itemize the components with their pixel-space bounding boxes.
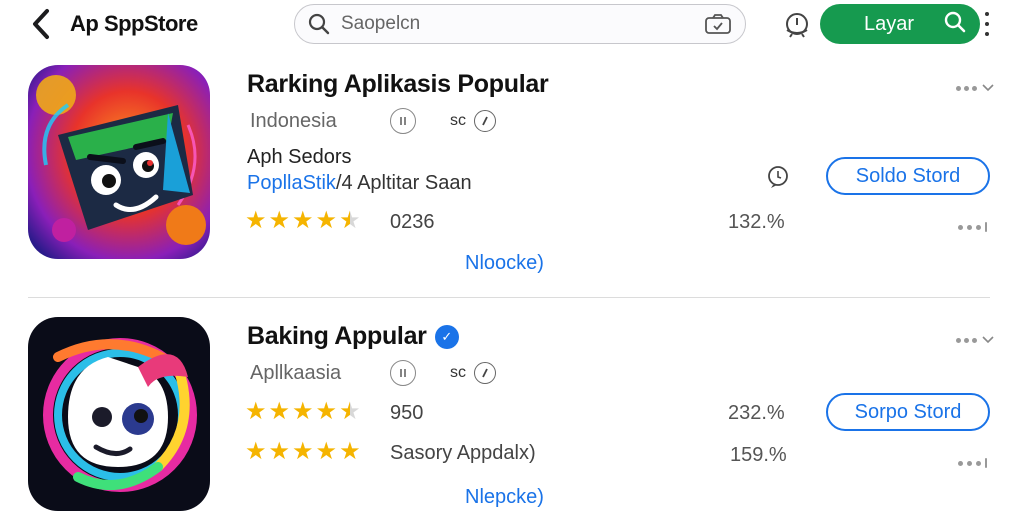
compass-icon	[474, 362, 496, 384]
store-button[interactable]: Soldo Stord	[826, 157, 990, 195]
rating-text: Sasory Appdalx)	[390, 442, 536, 464]
top-bar: Ap SppStore Layar	[0, 0, 1024, 52]
developer-row: PopllaStik /4 Apltitar Saan	[247, 172, 472, 195]
percent-value: 132.%	[728, 211, 785, 233]
rating-stars-secondary: ★ ★ ★ ★ ★	[245, 440, 361, 464]
half-star-icon: ★	[339, 398, 361, 425]
rating-stars: ★ ★ ★ ★ ★	[245, 209, 361, 233]
developer-link[interactable]: PopllaStik	[247, 172, 336, 195]
divider	[28, 297, 990, 298]
app-name[interactable]: Rarking Aplikasis Popular	[247, 70, 549, 99]
app-name-text: Baking Appular	[247, 322, 427, 350]
store-button[interactable]: Sorpo Stord	[826, 393, 990, 431]
chevron-down-icon	[982, 82, 994, 94]
search-icon	[307, 12, 331, 36]
star-icon: ★	[315, 398, 338, 425]
more-link[interactable]: Nloocke)	[465, 252, 544, 275]
app-title: Ap SppStore	[70, 11, 198, 36]
more-link[interactable]: Nlepcke)	[465, 486, 544, 509]
app-meta-category: Apllkaasia	[250, 361, 342, 384]
star-icon: ★	[292, 438, 314, 465]
rainbow-bird-icon[interactable]	[28, 317, 210, 511]
search-icon	[944, 11, 966, 38]
rating-stars: ★ ★ ★ ★ ★	[245, 400, 361, 424]
percent-value: 232.%	[728, 402, 785, 424]
camera-icon[interactable]	[703, 11, 733, 37]
expand-toggle[interactable]	[956, 334, 994, 346]
back-arrow-icon[interactable]	[26, 8, 56, 40]
age-rating-label: sc	[450, 112, 466, 129]
compass-icon	[474, 110, 496, 132]
star-icon: ★	[315, 438, 338, 465]
star-icon: ★	[268, 438, 291, 465]
more-options-icon[interactable]	[982, 10, 992, 38]
percent-value-secondary: 159.%	[730, 444, 787, 466]
rating-count: 0236	[390, 211, 435, 233]
star-icon: ★	[315, 207, 338, 234]
star-icon: ★	[245, 438, 267, 465]
more-actions-icon[interactable]	[958, 458, 987, 468]
alarm-clock-icon[interactable]	[782, 9, 812, 39]
app-card: Baking Appular ✓ Apllkaasia sc ★ ★ ★ ★ ★ …	[0, 310, 1024, 512]
search-bar[interactable]	[294, 4, 746, 44]
chat-bubble-icon[interactable]	[764, 163, 792, 191]
info-circle-icon	[390, 108, 416, 134]
star-icon: ★	[339, 438, 361, 465]
rating-count: 950	[390, 402, 424, 424]
half-star-icon: ★	[339, 207, 361, 234]
verified-badge-icon: ✓	[434, 325, 459, 349]
layar-button[interactable]: Layar	[820, 4, 980, 44]
star-icon: ★	[245, 398, 267, 425]
star-icon: ★	[268, 398, 291, 425]
app-card: Rarking Aplikasis Popular Indonesia sc A…	[0, 58, 1024, 294]
layar-button-label: Layar	[864, 12, 915, 35]
search-input[interactable]	[341, 9, 703, 39]
star-icon: ★	[245, 207, 267, 234]
more-actions-icon[interactable]	[958, 222, 987, 232]
star-icon: ★	[268, 207, 291, 234]
age-rating-label: sc	[450, 364, 466, 381]
app-subtitle: Aph Sedors	[247, 146, 352, 168]
star-icon: ★	[292, 207, 314, 234]
star-icon: ★	[292, 398, 314, 425]
info-circle-icon	[390, 360, 416, 386]
app-name[interactable]: Baking Appular ✓	[247, 322, 459, 351]
developer-text: /4 Apltitar Saan	[335, 172, 472, 194]
expand-toggle[interactable]	[956, 82, 994, 94]
chevron-down-icon	[982, 334, 994, 346]
app-meta: Indonesia sc	[250, 108, 496, 134]
app-meta: Apllkaasia sc	[250, 360, 496, 386]
app-meta-region: Indonesia	[250, 109, 337, 132]
game-character-icon[interactable]	[28, 65, 210, 259]
